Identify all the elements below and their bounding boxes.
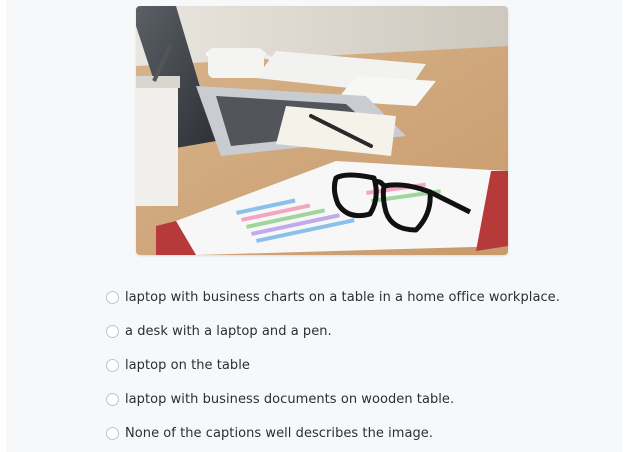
caption-photo [136,6,508,255]
option-label[interactable]: None of the captions well describes the … [125,426,433,441]
option-label[interactable]: laptop on the table [125,358,250,373]
radio-button[interactable] [106,290,119,304]
photo-illustration [136,6,508,255]
option-row[interactable]: laptop on the table [106,348,606,382]
option-row[interactable]: laptop with business documents on wooden… [106,382,606,416]
option-label[interactable]: laptop with business charts on a table i… [125,290,560,305]
option-row[interactable]: laptop with business charts on a table i… [106,280,606,314]
page: laptop with business charts on a table i… [6,0,622,452]
option-label[interactable]: laptop with business documents on wooden… [125,392,454,407]
caption-options: laptop with business charts on a table i… [106,280,606,450]
radio-button[interactable] [106,426,119,440]
radio-button[interactable] [106,324,119,338]
radio-button[interactable] [106,358,119,372]
option-row[interactable]: a desk with a laptop and a pen. [106,314,606,348]
option-label[interactable]: a desk with a laptop and a pen. [125,324,332,339]
option-row[interactable]: None of the captions well describes the … [106,416,606,450]
radio-button[interactable] [106,392,119,406]
